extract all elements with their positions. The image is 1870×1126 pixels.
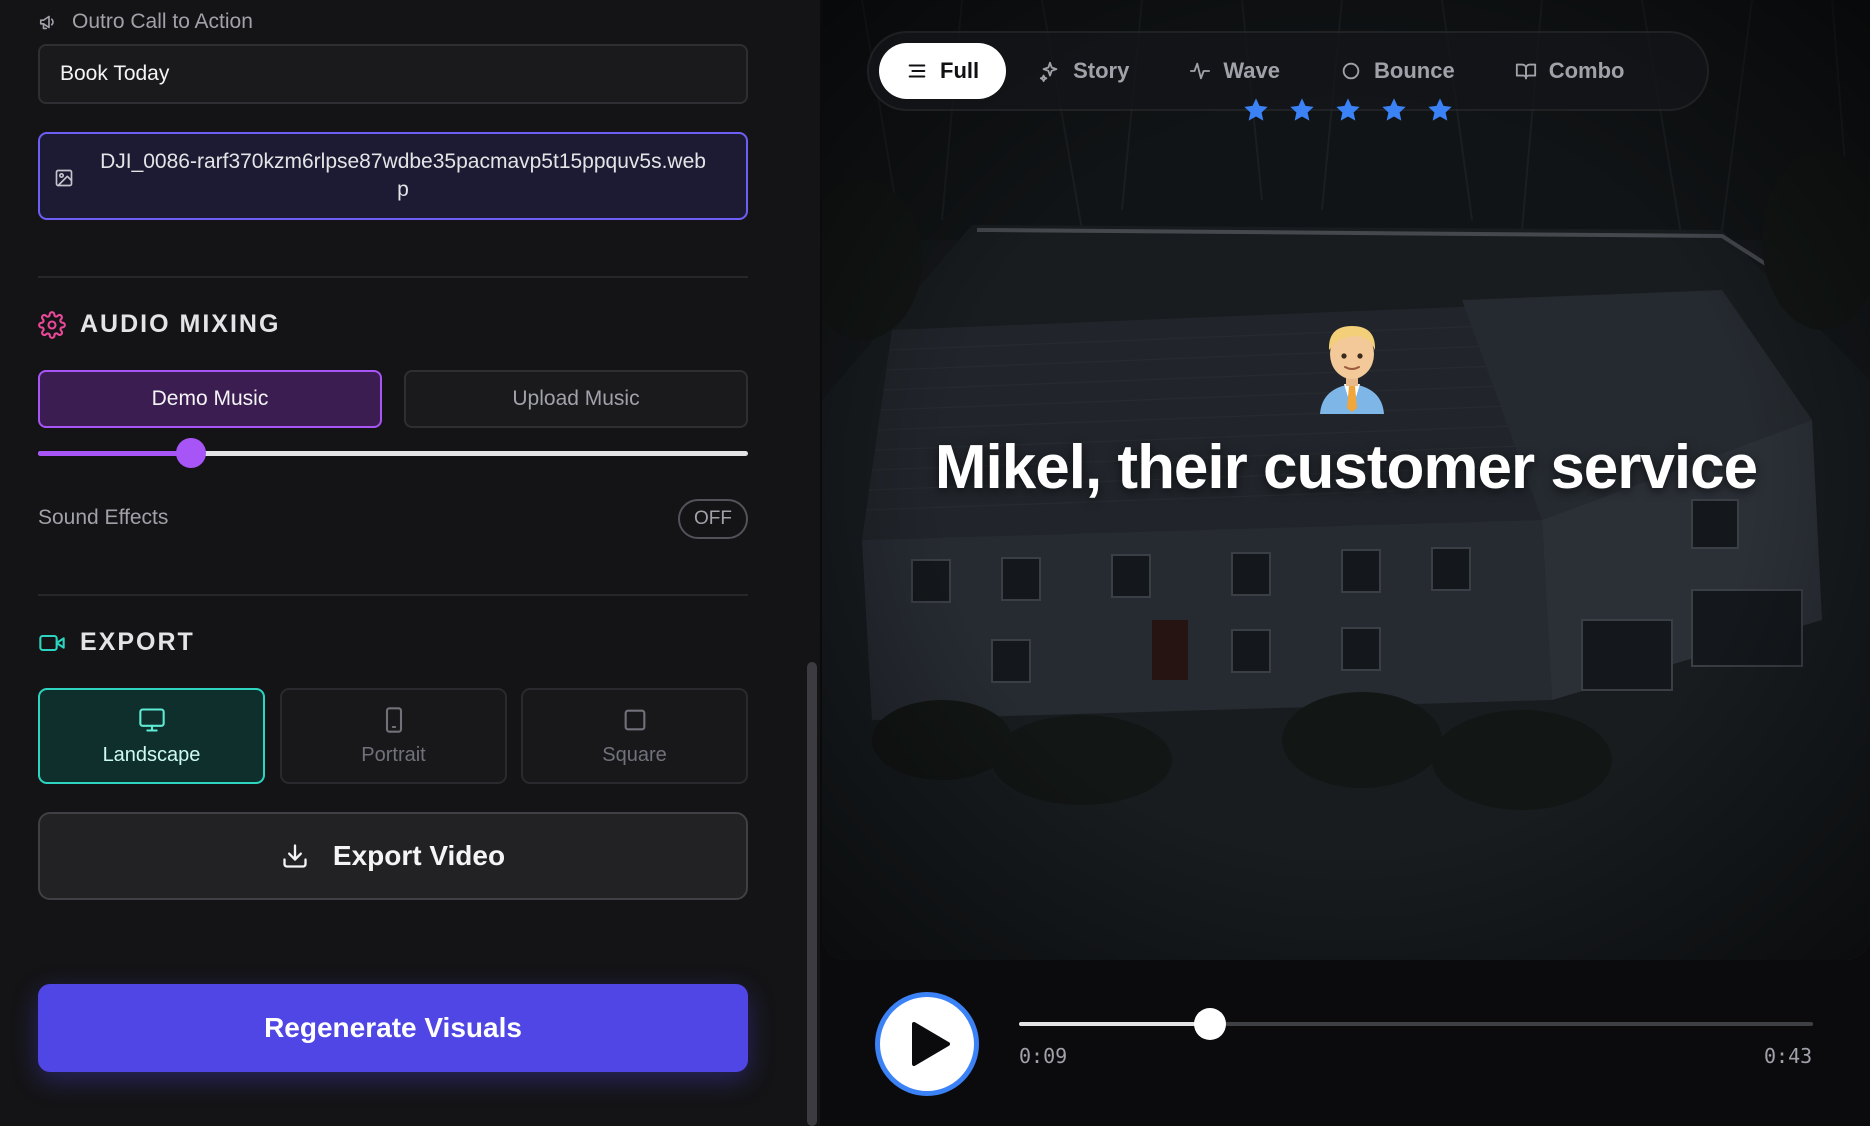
monitor-icon [138, 707, 165, 732]
mode-tab-combo[interactable]: Combo [1488, 43, 1652, 99]
mode-tab-label: Bounce [1374, 58, 1455, 83]
outro-cta-label-row: Outro Call to Action [38, 10, 253, 34]
demo-music-button[interactable]: Demo Music [38, 370, 382, 428]
circle-icon [1342, 62, 1360, 80]
sound-effects-label: Sound Effects [38, 506, 169, 529]
star-icon [1336, 98, 1360, 121]
export-heading: EXPORT [38, 628, 195, 657]
mode-tab-bounce[interactable]: Bounce [1313, 43, 1482, 99]
export-title: EXPORT [80, 628, 195, 656]
upload-music-button[interactable]: Upload Music [404, 370, 748, 428]
mode-tab-label: Full [940, 58, 980, 83]
gear-icon [38, 310, 66, 339]
man-office-worker-emoji [1320, 326, 1384, 414]
phone-icon [385, 706, 402, 733]
regenerate-visuals-label: Regenerate Visuals [264, 1012, 522, 1043]
format-landscape-button[interactable]: Landscape [38, 688, 265, 784]
format-square-label: Square [602, 743, 667, 766]
play-button[interactable] [875, 992, 979, 1096]
book-icon [1515, 63, 1536, 80]
mode-tab-label: Combo [1548, 58, 1625, 83]
play-icon [912, 1022, 950, 1066]
image-icon [55, 169, 73, 187]
format-landscape-label: Landscape [102, 743, 201, 766]
mode-tab-label: Wave [1223, 58, 1281, 83]
format-portrait-button[interactable]: Portrait [280, 688, 507, 784]
format-portrait-label: Portrait [361, 743, 426, 766]
star-icon [1244, 98, 1268, 121]
video-camera-icon [39, 634, 65, 651]
divider [38, 594, 748, 596]
divider [38, 276, 748, 278]
audio-mixing-heading: AUDIO MIXING [38, 310, 280, 339]
seek-progress [1019, 1022, 1210, 1026]
settings-panel: Outro Call to Action Book Today DJI_0086… [0, 0, 820, 1126]
format-square-button[interactable]: Square [521, 688, 748, 784]
outro-cta-label: Outro Call to Action [72, 10, 253, 33]
mode-tab-story[interactable]: Story [1012, 43, 1156, 99]
current-time: 0:09 [1019, 1044, 1068, 1068]
regenerate-visuals-button[interactable]: Regenerate Visuals [38, 984, 748, 1072]
outro-image-file[interactable]: DJI_0086-rarf370kzm6rlpse87wdbe35pacmavp… [38, 132, 748, 220]
upload-music-label: Upload Music [512, 387, 640, 410]
mode-tab-wave[interactable]: Wave [1162, 43, 1307, 99]
outro-cta-input[interactable]: Book Today [38, 44, 748, 104]
pulse-icon [1190, 62, 1211, 80]
star-icon [1428, 98, 1452, 121]
duration-time: 0:43 [1764, 1044, 1813, 1068]
export-video-button[interactable]: Export Video [38, 812, 748, 900]
lines-icon [908, 64, 926, 78]
outro-cta-value: Book Today [60, 62, 170, 85]
megaphone-icon [39, 15, 54, 30]
download-icon [283, 844, 307, 868]
music-volume-slider[interactable] [38, 438, 748, 468]
star-icon [1290, 98, 1314, 121]
sound-effects-state: OFF [694, 508, 732, 529]
volume-thumb[interactable] [175, 438, 206, 468]
sparkle-icon [1040, 61, 1058, 82]
volume-fill [38, 451, 191, 456]
scrollbar-thumb[interactable] [807, 662, 817, 1126]
sound-effects-toggle[interactable]: OFF [678, 499, 748, 539]
app-root: Outro Call to Action Book Today DJI_0086… [0, 0, 1870, 1126]
preview-panel: Full Story Wave Bounce Combo Mikel, thei… [820, 0, 1870, 1126]
mode-tab-full[interactable]: Full [879, 43, 1007, 99]
file-name: DJI_0086-rarf370kzm6rlpse87wdbe35pacmavp… [100, 150, 706, 201]
export-video-label: Export Video [332, 840, 506, 871]
demo-music-label: Demo Music [151, 387, 269, 410]
video-player-controls: 0:09 0:43 [820, 960, 1870, 1126]
seek-thumb[interactable] [1193, 1008, 1226, 1040]
seek-bar[interactable] [1019, 1008, 1813, 1040]
square-icon [624, 709, 645, 730]
star-icon [1382, 98, 1406, 121]
preview-caption: Mikel, their customer service [934, 433, 1758, 502]
mode-tab-label: Story [1073, 58, 1130, 83]
video-preview[interactable]: Full Story Wave Bounce Combo Mikel, thei… [822, 0, 1870, 960]
audio-mixing-title: AUDIO MIXING [80, 310, 281, 338]
rating-stars [1242, 96, 1454, 124]
